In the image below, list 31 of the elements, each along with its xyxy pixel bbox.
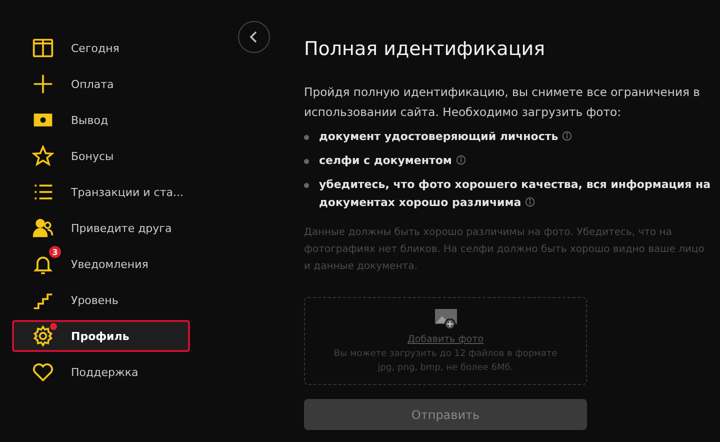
info-icon[interactable] (456, 155, 466, 165)
star-icon (32, 145, 54, 167)
sidebar-item[interactable]: Приведите друга (12, 212, 190, 244)
sidebar-item[interactable]: 3 Уведомления (12, 248, 190, 280)
heart-icon (32, 361, 54, 383)
add-image-icon (434, 308, 458, 330)
sidebar-item[interactable]: Поддержка (12, 356, 190, 388)
sidebar-item[interactable]: Бонусы (12, 140, 190, 172)
bullet-icon (304, 135, 309, 140)
requirement-text: селфи с документом (319, 152, 466, 170)
info-icon[interactable] (525, 197, 536, 207)
note-text: Данные должны быть хорошо различимы на фото. Убедитесь, что на фотографиях нет бликов. На селфи должно быть хорошо видно ваше лицо и данные документа. (304, 226, 706, 274)
gear-icon (32, 325, 54, 347)
bullet-icon (304, 183, 309, 188)
bullet-icon (304, 159, 309, 164)
panel-icon (32, 37, 54, 59)
back-button[interactable] (238, 21, 270, 53)
sidebar-item[interactable]: Уровень (12, 284, 190, 316)
count-badge: 3 (49, 246, 61, 258)
sidebar-item[interactable]: Профиль (12, 320, 190, 352)
requirement-text: убедитесь, что фото хорошего качества, вся информация на документах хорошо различима (319, 177, 712, 211)
plus-icon (32, 73, 54, 95)
sidebar-item[interactable]: Вывод (12, 104, 190, 136)
sidebar-item[interactable]: Оплата (12, 68, 190, 100)
page-title: Полная идентификация (304, 38, 546, 60)
requirement-text: документ удостоверяющий личность (319, 128, 572, 146)
intro-text: Пройдя полную идентификацию, вы снимете все ограничения в использовании сайта. Необходимо загрузить фото: (304, 84, 702, 121)
info-icon[interactable] (562, 131, 572, 141)
people-icon (32, 217, 54, 239)
sidebar-item[interactable]: Сегодня (12, 32, 190, 64)
sidebar-item[interactable]: Транзакции и ста... (12, 176, 190, 208)
